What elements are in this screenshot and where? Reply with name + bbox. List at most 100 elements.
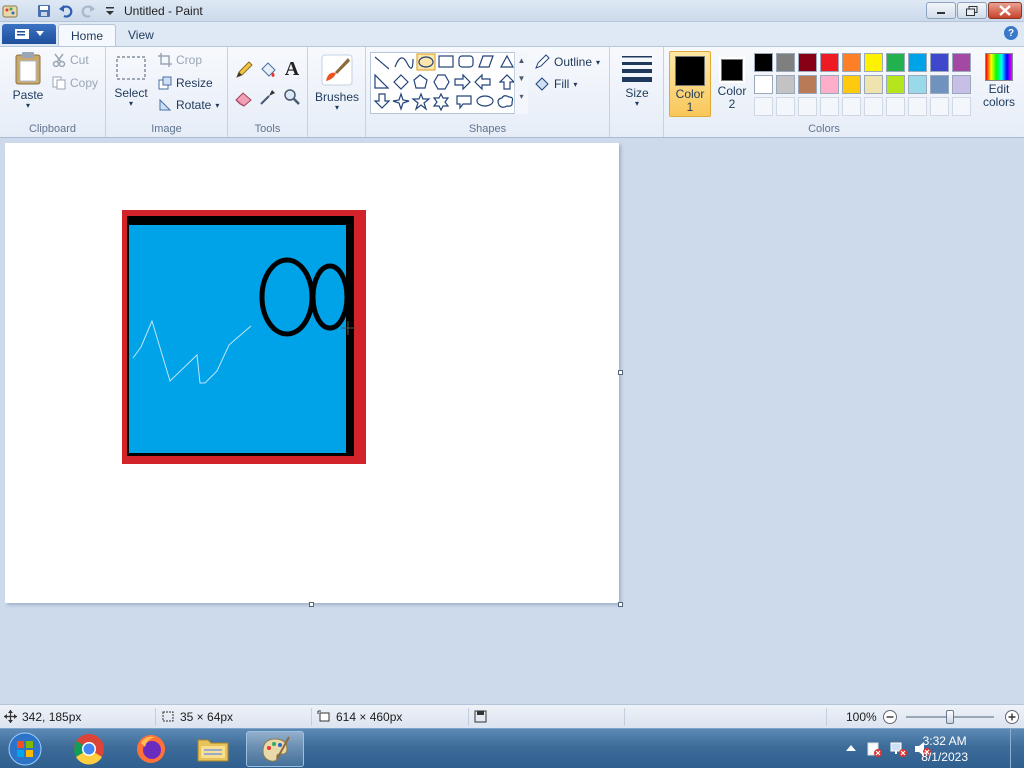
palette-swatch[interactable] [864, 53, 883, 72]
colors-group-label: Colors [808, 123, 840, 135]
palette-swatch[interactable] [908, 53, 927, 72]
fill-bucket-icon[interactable] [258, 60, 278, 80]
edit-colors-button[interactable]: Edit colors [976, 51, 1022, 117]
copy-label: Copy [70, 76, 99, 90]
scissors-icon [52, 53, 66, 67]
color1-swatch [675, 56, 705, 86]
text-tool-icon[interactable]: A [282, 58, 302, 80]
drawing-canvas[interactable] [5, 143, 619, 603]
copy-button[interactable]: Copy [52, 76, 98, 90]
palette-swatch[interactable] [930, 53, 949, 72]
color-picker-icon[interactable] [258, 87, 278, 107]
palette-swatch[interactable] [754, 75, 773, 94]
edit-colors-line2: colors [982, 95, 1015, 109]
show-hidden-icons-arrow[interactable] [846, 744, 856, 752]
tab-home[interactable]: Home [58, 24, 117, 46]
shapes-scroll[interactable]: ▲ ▼ ▾ [514, 52, 528, 114]
palette-swatch[interactable] [842, 53, 861, 72]
paint-palette-icon [262, 736, 290, 762]
chrome-icon [74, 734, 104, 765]
palette-swatch[interactable] [776, 53, 795, 72]
palette-empty-swatch[interactable] [930, 97, 949, 116]
network-icon[interactable] [890, 741, 908, 757]
fill-label: Fill [554, 77, 570, 91]
eraser-icon[interactable] [234, 87, 254, 107]
size-button[interactable]: Size ▾ [616, 53, 658, 108]
shape-icons [373, 53, 516, 112]
palette-empty-swatch[interactable] [886, 97, 905, 116]
paste-label: Paste [12, 88, 44, 102]
palette-swatch[interactable] [952, 75, 971, 94]
zoom-in-icon[interactable] [1004, 709, 1020, 725]
selection-size: 35 × 64px [180, 710, 234, 724]
resize-handle-bottom[interactable] [309, 602, 314, 607]
image-group: Select ▾ Crop Resize Rotate ▾ Image [106, 47, 228, 137]
close-icon [999, 5, 1011, 16]
palette-empty-swatch[interactable] [798, 97, 817, 116]
close-button[interactable] [988, 2, 1022, 19]
palette-empty-swatch[interactable] [842, 97, 861, 116]
resize-button[interactable]: Resize [158, 76, 213, 90]
cut-button[interactable]: Cut [52, 53, 89, 67]
palette-swatch[interactable] [754, 53, 773, 72]
palette-empty-swatch[interactable] [754, 97, 773, 116]
outline-pen-icon [535, 54, 550, 69]
minimize-button[interactable] [926, 2, 956, 19]
magnifier-icon[interactable] [282, 87, 302, 107]
pencil-icon[interactable] [234, 60, 254, 80]
palette-swatch[interactable] [820, 75, 839, 94]
resize-handle-right[interactable] [618, 370, 623, 375]
fill-button[interactable]: Fill ▾ [534, 76, 577, 92]
palette-empty-swatch[interactable] [864, 97, 883, 116]
paint-app-icon[interactable] [2, 3, 18, 19]
palette-swatch[interactable] [908, 75, 927, 94]
palette-swatch[interactable] [798, 53, 817, 72]
taskbar-file-explorer[interactable] [186, 731, 240, 767]
taskbar-firefox[interactable] [124, 731, 178, 767]
zoom-slider-thumb[interactable] [946, 710, 954, 724]
taskbar-paint[interactable] [246, 731, 304, 767]
restore-button[interactable] [957, 2, 987, 19]
palette-empty-swatch[interactable] [776, 97, 795, 116]
customize-toolbar-icon[interactable] [102, 3, 118, 19]
taskbar-clock[interactable]: 3:32 AM 8/1/2023 [921, 733, 968, 765]
palette-swatch[interactable] [952, 53, 971, 72]
help-icon[interactable]: ? [1004, 26, 1018, 40]
undo-icon[interactable] [58, 3, 74, 19]
color1-button[interactable]: Color 1 [669, 51, 711, 117]
palette-empty-swatch[interactable] [952, 97, 971, 116]
color2-label-line2: 2 [728, 97, 736, 111]
palette-swatch[interactable] [842, 75, 861, 94]
palette-empty-swatch[interactable] [908, 97, 927, 116]
palette-swatch[interactable] [798, 75, 817, 94]
palette-empty-swatch[interactable] [820, 97, 839, 116]
outline-button[interactable]: Outline ▾ [534, 54, 600, 70]
resize-handle-corner[interactable] [618, 602, 623, 607]
palette-swatch[interactable] [820, 53, 839, 72]
color1-label-line2: 1 [686, 100, 694, 114]
brushes-button[interactable]: Brushes ▾ [312, 53, 362, 112]
rotate-button[interactable]: Rotate ▾ [158, 98, 219, 112]
paste-button[interactable]: Paste ▾ [8, 51, 48, 113]
taskbar-chrome[interactable] [62, 731, 116, 767]
palette-swatch[interactable] [930, 75, 949, 94]
select-button[interactable]: Select ▾ [112, 53, 150, 108]
zoom-out-icon[interactable] [882, 709, 898, 725]
cursor-position: 342, 185px [22, 710, 82, 724]
palette-swatch[interactable] [886, 53, 905, 72]
tab-view[interactable]: View [116, 24, 166, 46]
save-icon[interactable] [36, 3, 52, 19]
outline-label: Outline [554, 55, 593, 69]
paint-menu-button[interactable] [2, 24, 56, 44]
action-center-icon[interactable] [866, 741, 882, 757]
color2-button[interactable]: Color 2 [714, 51, 750, 117]
palette-swatch[interactable] [864, 75, 883, 94]
start-button[interactable] [0, 731, 50, 767]
zoom-level: 100% [846, 710, 877, 724]
palette-swatch[interactable] [776, 75, 795, 94]
palette-swatch[interactable] [886, 75, 905, 94]
show-desktop-button[interactable] [1010, 729, 1024, 768]
redo-icon[interactable] [80, 3, 96, 19]
crop-button[interactable]: Crop [158, 53, 202, 67]
right-arrow-shape-icon [454, 73, 471, 91]
